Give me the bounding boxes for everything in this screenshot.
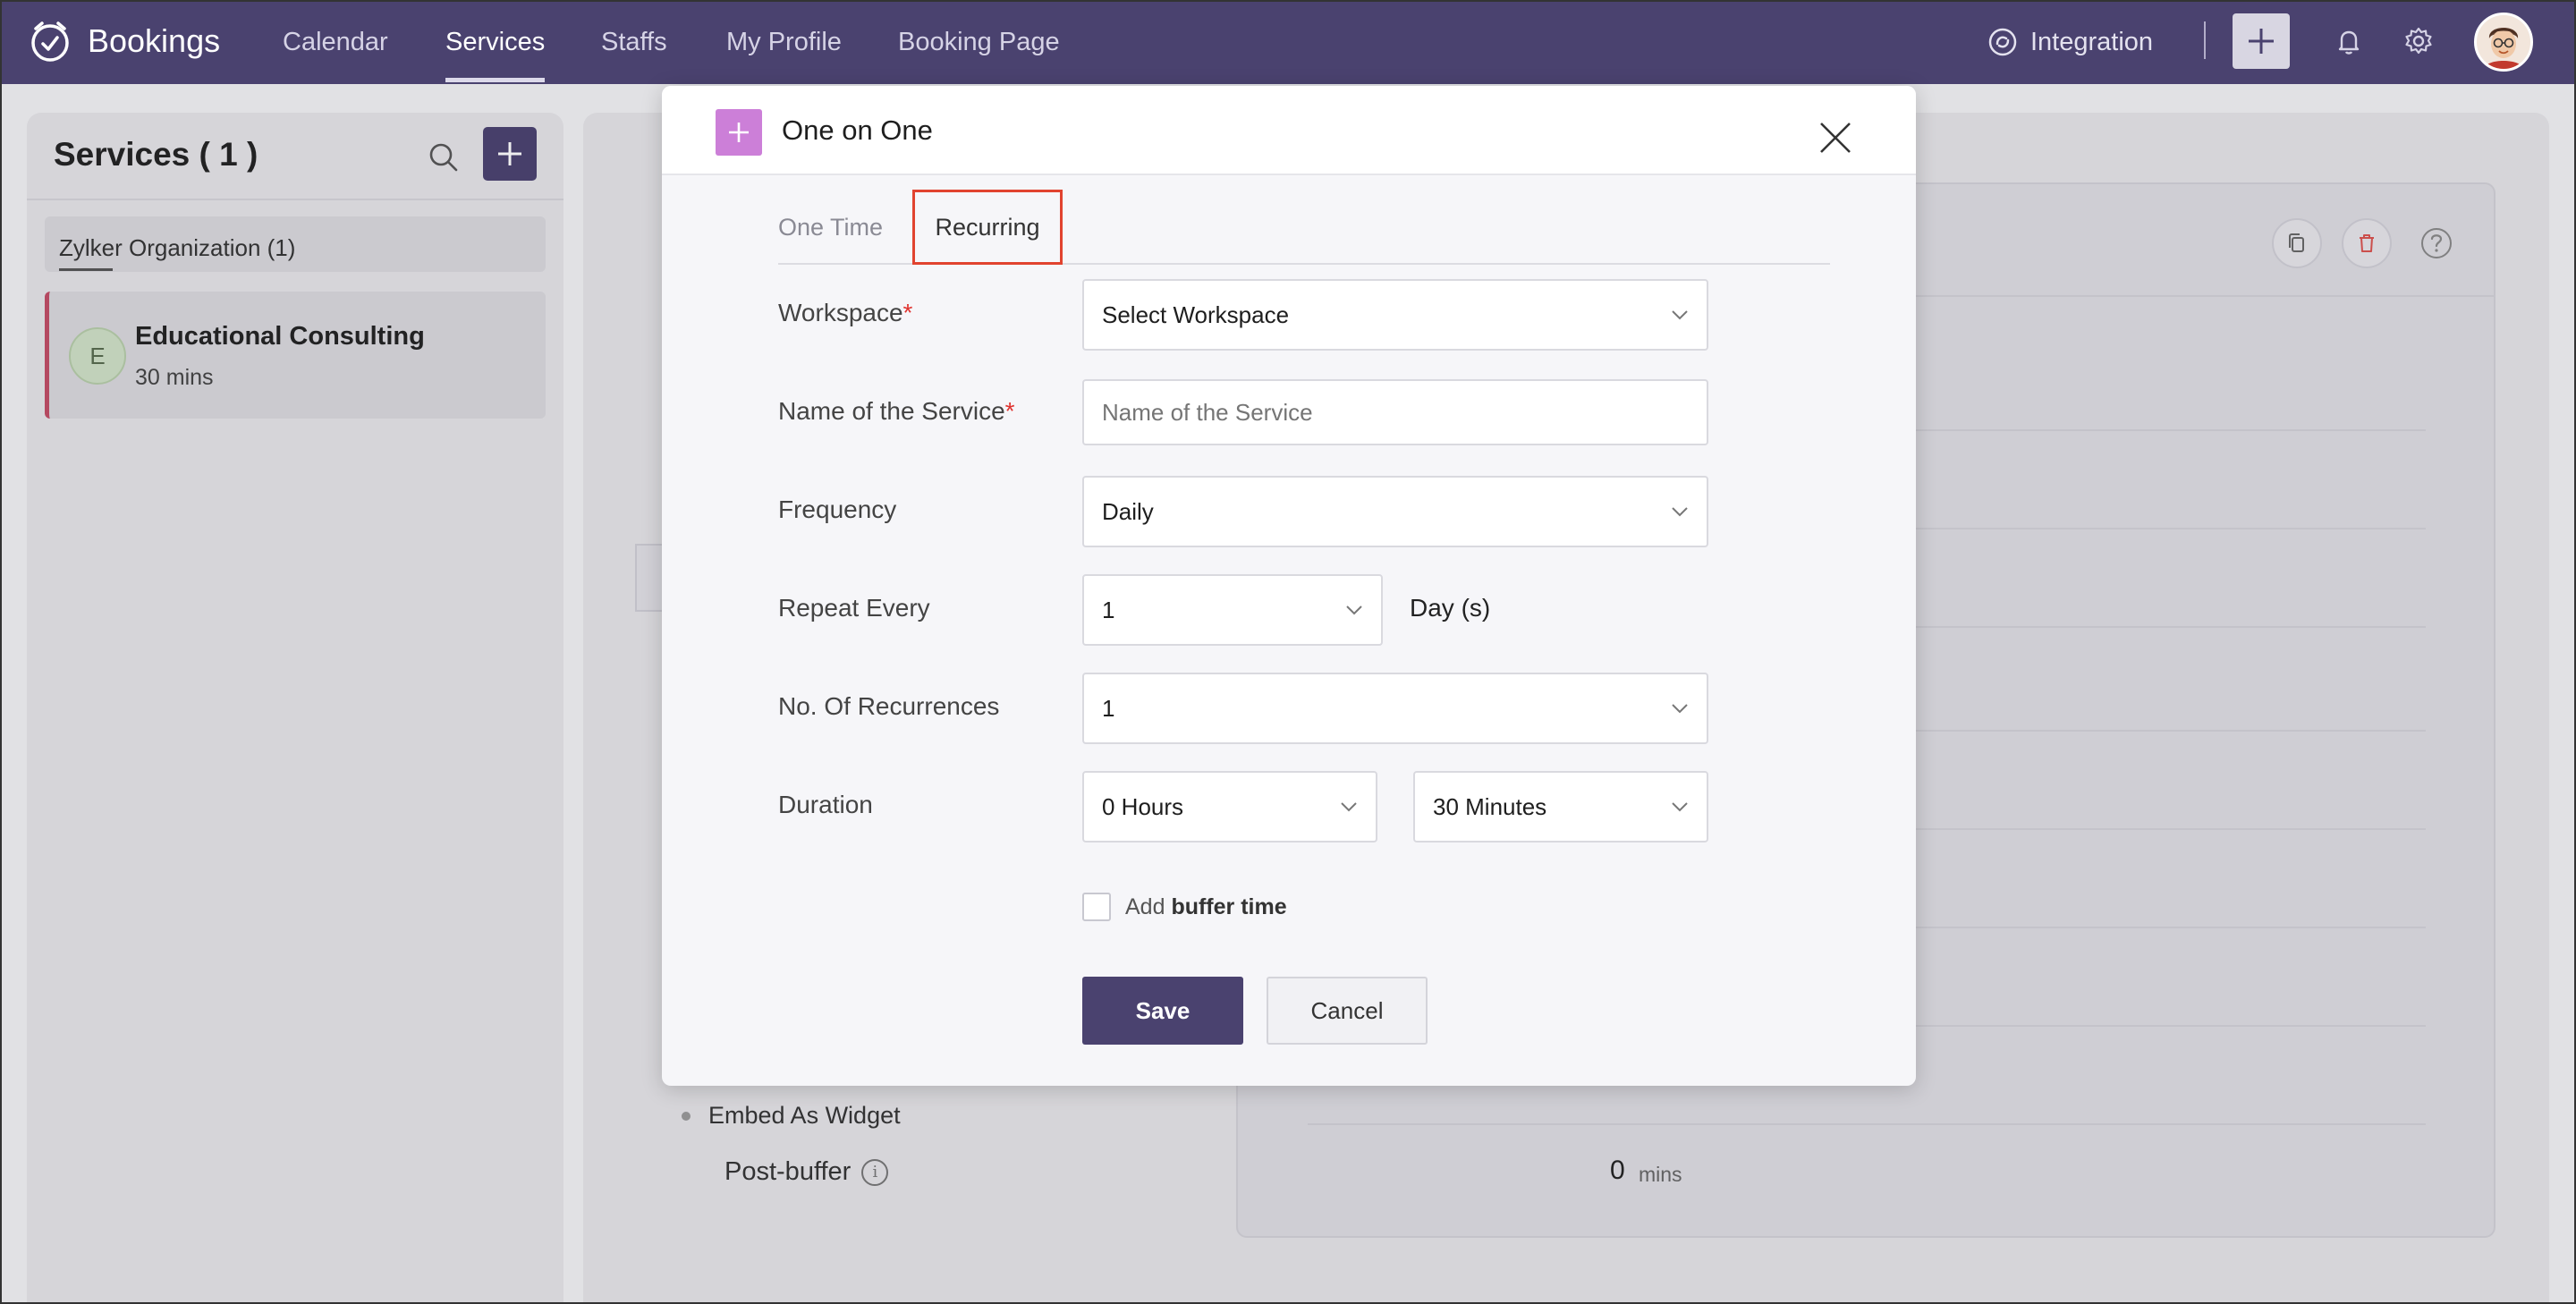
- one-on-one-type-icon: [716, 109, 762, 156]
- top-navigation-bar: Bookings Calendar Services Staffs My Pro…: [0, 0, 2576, 84]
- repeat-every-value: 1: [1102, 596, 1115, 623]
- settings-button[interactable]: [2401, 23, 2436, 59]
- repeat-every-unit: Day (s): [1410, 594, 1491, 622]
- workspace-select[interactable]: Select Workspace: [1082, 279, 1708, 351]
- service-name-label: Name of the Service*: [778, 397, 1015, 426]
- integration-link[interactable]: Integration: [1987, 21, 2153, 63]
- recurrences-label: No. Of Recurrences: [778, 692, 1000, 720]
- chevron-down-icon: [1346, 605, 1362, 615]
- plus-icon: [729, 123, 749, 142]
- service-name-input[interactable]: [1082, 379, 1708, 445]
- required-mark: *: [902, 299, 913, 326]
- close-button[interactable]: [1818, 120, 1853, 156]
- quick-add-button[interactable]: [2233, 13, 2290, 69]
- repeat-every-label: Repeat Every: [778, 594, 930, 622]
- brand-name: Bookings: [88, 22, 221, 59]
- nav-booking-page[interactable]: Booking Page: [898, 0, 1060, 84]
- clock-check-icon: [31, 21, 69, 62]
- chevron-down-icon: [1672, 507, 1688, 517]
- chevron-down-icon: [1672, 310, 1688, 320]
- bell-icon: [2338, 30, 2360, 55]
- duration-hours-value: 0 Hours: [1102, 792, 1184, 820]
- service-name-label-text: Name of the Service: [778, 397, 1005, 425]
- user-avatar-image: [2477, 15, 2530, 69]
- integration-label: Integration: [2030, 27, 2154, 56]
- buffer-time-checkbox[interactable]: [1082, 893, 1111, 921]
- new-service-dialog: One on One One Time Recurring Workspace*…: [662, 86, 1916, 1086]
- nav-divider: [2204, 21, 2206, 59]
- service-type-tabs: One Time Recurring: [778, 190, 1830, 265]
- frequency-select[interactable]: Daily: [1082, 476, 1708, 547]
- chevron-down-icon: [1672, 704, 1688, 714]
- buffer-time-label[interactable]: Add buffer time: [1125, 894, 1287, 920]
- chevron-down-icon: [1672, 802, 1688, 812]
- brand[interactable]: Bookings: [27, 18, 220, 64]
- repeat-every-select[interactable]: 1: [1082, 574, 1383, 646]
- cancel-button[interactable]: Cancel: [1267, 977, 1428, 1045]
- close-icon: [1820, 123, 1851, 153]
- duration-hours-select[interactable]: 0 Hours: [1082, 771, 1377, 843]
- required-mark: *: [1004, 397, 1015, 425]
- notifications-button[interactable]: [2331, 23, 2367, 59]
- gear-icon: [2405, 27, 2432, 55]
- integration-icon: [1988, 28, 2017, 56]
- nav-staffs[interactable]: Staffs: [601, 0, 667, 84]
- buffer-time-prefix: Add: [1125, 894, 1165, 919]
- recurrences-select[interactable]: 1: [1082, 673, 1708, 744]
- save-button[interactable]: Save: [1082, 977, 1243, 1045]
- plus-icon: [2249, 29, 2274, 54]
- frequency-label: Frequency: [778, 495, 897, 523]
- workspace-label: Workspace*: [778, 299, 912, 327]
- nav-my-profile[interactable]: My Profile: [726, 0, 842, 84]
- workspace-label-text: Workspace: [778, 299, 903, 326]
- tab-one-time[interactable]: One Time: [778, 190, 883, 265]
- frequency-select-value: Daily: [1102, 497, 1154, 525]
- workspace-select-value: Select Workspace: [1102, 301, 1290, 328]
- dialog-header: One on One: [662, 86, 1916, 175]
- recurrences-value: 1: [1102, 694, 1115, 722]
- buffer-time-bold: buffer time: [1171, 894, 1287, 919]
- nav-calendar[interactable]: Calendar: [283, 0, 388, 84]
- duration-label: Duration: [778, 791, 873, 818]
- tab-recurring[interactable]: Recurring: [912, 190, 1063, 265]
- user-avatar[interactable]: [2474, 13, 2533, 72]
- nav-services[interactable]: Services: [445, 0, 546, 84]
- dialog-title: One on One: [782, 114, 933, 146]
- chevron-down-icon: [1341, 802, 1357, 812]
- duration-minutes-select[interactable]: 30 Minutes: [1413, 771, 1708, 843]
- duration-minutes-value: 30 Minutes: [1433, 792, 1547, 820]
